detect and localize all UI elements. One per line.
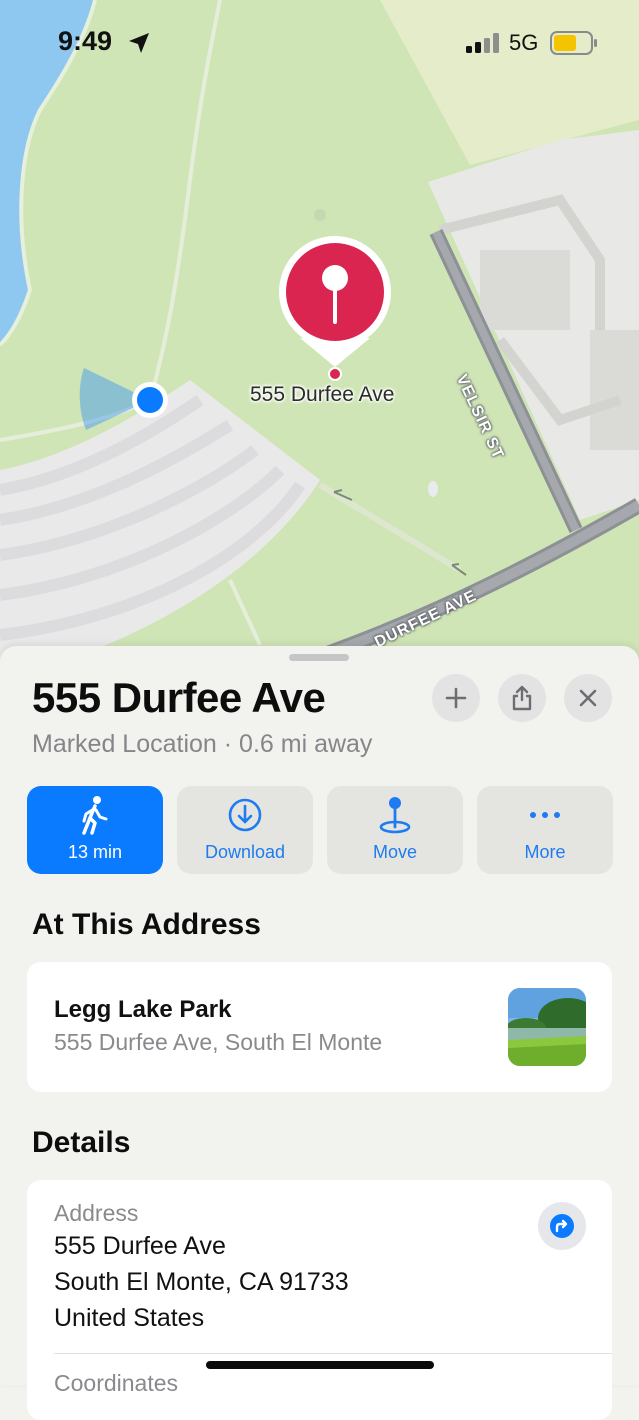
cellular-signal-icon	[466, 33, 499, 53]
download-icon	[228, 798, 262, 832]
move-button[interactable]: Move	[327, 786, 463, 874]
details-divider	[54, 1353, 612, 1354]
at-this-address-heading: At This Address	[32, 908, 261, 941]
close-icon	[579, 689, 597, 707]
move-label: Move	[372, 842, 417, 862]
add-button[interactable]	[432, 674, 480, 722]
coordinates-label: Coordinates	[54, 1370, 179, 1396]
share-icon	[512, 685, 532, 711]
download-label: Download	[204, 842, 286, 862]
sheet-grabber[interactable]	[289, 654, 349, 661]
more-label: More	[524, 842, 566, 862]
more-icon	[530, 812, 560, 818]
map-view[interactable]: 555 Durfee Ave VELSIR ST DURFEE AVE 9:49…	[0, 0, 639, 680]
place-name: Legg Lake Park	[54, 996, 232, 1023]
address-line-3[interactable]: United States	[54, 1304, 204, 1333]
directions-icon	[550, 1214, 574, 1238]
battery-icon	[550, 31, 597, 55]
place-address: 555 Durfee Ave, South El Monte	[54, 1029, 383, 1055]
walking-icon	[82, 796, 108, 835]
close-button[interactable]	[564, 674, 612, 722]
status-time: 9:49	[58, 26, 113, 56]
address-line-1[interactable]: 555 Durfee Ave	[54, 1232, 226, 1261]
place-thumbnail	[508, 988, 586, 1066]
map-canvas[interactable]	[0, 0, 639, 680]
directions-button[interactable]	[538, 1202, 586, 1250]
location-arrow-icon	[129, 33, 149, 53]
details-heading: Details	[32, 1126, 131, 1159]
details-card: Address 555 Durfee Ave South El Monte, C…	[27, 1180, 612, 1420]
walk-time-label: 13 min	[67, 842, 123, 862]
network-type: 5G	[509, 30, 539, 55]
move-pin-icon	[379, 797, 411, 834]
place-title: 555 Durfee Ave	[32, 674, 326, 721]
place-subtitle: Marked Location · 0.6 mi away	[32, 730, 373, 758]
home-indicator[interactable]	[206, 1361, 434, 1369]
address-line-2[interactable]: South El Monte, CA 91733	[54, 1268, 349, 1297]
place-card-sheet: 555 Durfee Ave Marked Location · 0.6 mi …	[0, 646, 639, 1420]
pin-label: 555 Durfee Ave	[250, 383, 395, 406]
place-result-card[interactable]: Legg Lake Park 555 Durfee Ave, South El …	[27, 962, 612, 1092]
address-label: Address	[54, 1200, 139, 1226]
download-button[interactable]: Download	[177, 786, 313, 874]
plus-icon	[445, 687, 467, 709]
share-button[interactable]	[498, 674, 546, 722]
directions-walk-button[interactable]: 13 min	[27, 786, 163, 874]
more-button[interactable]: More	[477, 786, 613, 874]
